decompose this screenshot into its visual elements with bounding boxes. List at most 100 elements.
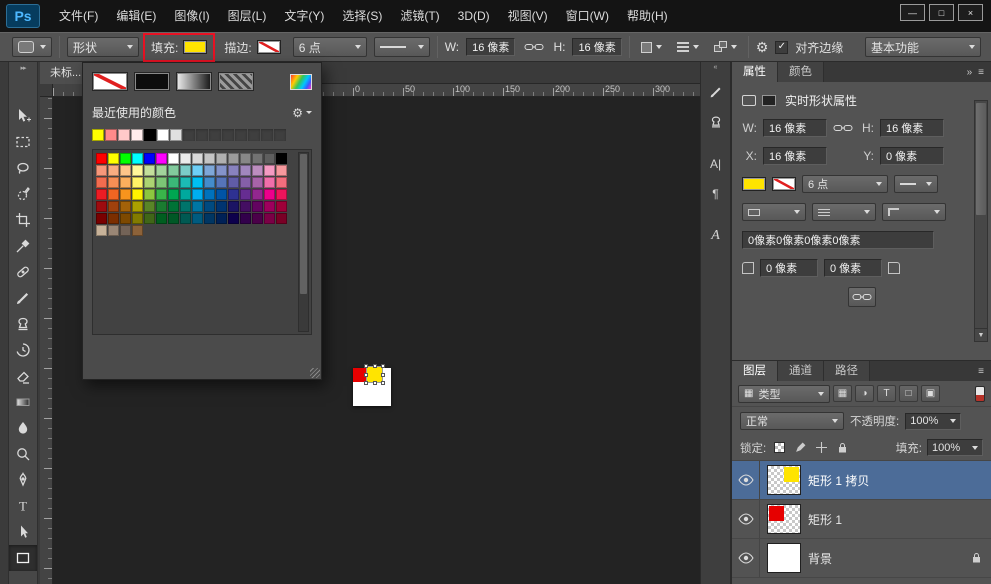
clone-stamp-tool-button[interactable] [9, 311, 37, 337]
eyedropper-tool-button[interactable] [9, 233, 37, 259]
color-swatch[interactable] [276, 165, 287, 176]
scrollbar-thumb[interactable] [300, 154, 307, 294]
prop-fill-swatch[interactable] [742, 177, 766, 191]
width-input[interactable]: 16 像素 [466, 38, 515, 56]
lock-position-button[interactable] [813, 441, 829, 455]
color-swatch[interactable] [276, 213, 287, 224]
menu-item-11[interactable]: 帮助(H) [618, 0, 677, 32]
color-swatch[interactable] [264, 153, 275, 164]
filter-adjustment-layers-button[interactable]: ◑ [855, 385, 874, 402]
swatch-scrollbar[interactable] [298, 152, 309, 332]
color-swatch[interactable] [120, 177, 131, 188]
rectangle-tool-button[interactable] [9, 545, 37, 571]
collapse-dock-icon[interactable]: » [967, 67, 973, 78]
menu-item-5[interactable]: 文字(Y) [275, 0, 333, 32]
color-swatch[interactable] [144, 153, 155, 164]
close-button[interactable]: × [958, 4, 983, 21]
brush-presets-panel-button[interactable] [704, 80, 728, 104]
prop-stroke-type-select[interactable] [894, 175, 938, 193]
document-canvas[interactable] [353, 368, 391, 406]
panel-menu-icon[interactable]: ≡ [978, 366, 984, 377]
color-swatch[interactable] [276, 189, 287, 200]
color-swatch[interactable] [96, 225, 107, 236]
color-swatch[interactable] [264, 165, 275, 176]
scrollbar-thumb[interactable] [976, 103, 986, 215]
opacity-input[interactable]: 100% [905, 413, 961, 430]
align-edges-checkbox[interactable]: ✓ [775, 41, 788, 54]
color-swatch[interactable] [204, 189, 215, 200]
color-swatch[interactable] [96, 213, 107, 224]
color-swatch[interactable] [240, 189, 251, 200]
color-swatch[interactable] [132, 189, 143, 200]
stroke-caps-select[interactable] [812, 203, 876, 221]
color-swatch[interactable] [240, 153, 251, 164]
crop-tool-button[interactable] [9, 207, 37, 233]
color-swatch[interactable] [120, 189, 131, 200]
transform-handle[interactable] [364, 364, 368, 368]
toolbar-collapse-grip[interactable]: ▸▸ [9, 62, 37, 75]
filter-image-layers-button[interactable]: ▦ [833, 385, 852, 402]
color-swatch[interactable] [204, 153, 215, 164]
color-swatch[interactable] [108, 177, 119, 188]
path-selection-tool-button[interactable] [9, 519, 37, 545]
color-swatch[interactable] [180, 177, 191, 188]
color-swatch[interactable] [132, 201, 143, 212]
color-swatch[interactable] [216, 177, 227, 188]
prop-height-input[interactable]: 16 像素 [880, 119, 944, 137]
color-swatch[interactable] [180, 153, 191, 164]
marquee-tool-button[interactable] [9, 129, 37, 155]
color-swatch[interactable] [120, 153, 131, 164]
healing-brush-tool-button[interactable] [9, 259, 37, 285]
color-swatch[interactable] [180, 165, 191, 176]
recent-color-swatch[interactable] [170, 129, 182, 141]
layer-row[interactable]: 矩形 1 [732, 500, 991, 539]
recent-color-swatch[interactable] [144, 129, 156, 141]
fill-color-swatch[interactable] [183, 40, 207, 54]
color-swatch[interactable] [252, 165, 263, 176]
color-swatch[interactable] [228, 153, 239, 164]
color-swatch[interactable] [144, 177, 155, 188]
no-color-button[interactable] [92, 72, 128, 91]
color-swatch[interactable] [276, 177, 287, 188]
layer-visibility-toggle[interactable] [732, 539, 760, 577]
recent-color-swatch[interactable] [157, 129, 169, 141]
color-swatch[interactable] [132, 165, 143, 176]
color-swatch[interactable] [168, 213, 179, 224]
color-swatch[interactable] [180, 213, 191, 224]
menu-item-10[interactable]: 窗口(W) [557, 0, 618, 32]
color-swatch[interactable] [276, 201, 287, 212]
color-swatch[interactable] [240, 201, 251, 212]
color-swatch[interactable] [192, 201, 203, 212]
color-swatch[interactable] [132, 153, 143, 164]
workspace-select[interactable]: 基本功能 [865, 37, 981, 57]
prop-x-input[interactable]: 16 像素 [763, 147, 827, 165]
color-swatch[interactable] [192, 177, 203, 188]
transform-handle[interactable] [364, 381, 368, 385]
color-swatch[interactable] [144, 189, 155, 200]
color-swatch[interactable] [192, 189, 203, 200]
color-swatch[interactable] [264, 201, 275, 212]
color-swatch[interactable] [108, 225, 119, 236]
color-swatch[interactable] [144, 201, 155, 212]
yellow-rectangle-shape-selected[interactable] [366, 366, 383, 383]
color-swatch[interactable] [168, 189, 179, 200]
lock-pixels-button[interactable] [792, 441, 808, 455]
color-swatch[interactable] [228, 165, 239, 176]
character-panel-button[interactable]: A| [704, 152, 728, 176]
corner-radius-input-1[interactable]: 0 像素 [760, 259, 818, 277]
lock-all-button[interactable] [834, 441, 850, 455]
layer-row[interactable]: 矩形 1 拷贝 [732, 461, 991, 500]
color-swatch[interactable] [108, 213, 119, 224]
recent-color-swatch[interactable] [105, 129, 117, 141]
prop-y-input[interactable]: 0 像素 [880, 147, 944, 165]
transform-handle[interactable] [381, 364, 385, 368]
menu-item-9[interactable]: 视图(V) [499, 0, 557, 32]
color-swatch[interactable] [216, 213, 227, 224]
color-swatch[interactable] [156, 177, 167, 188]
scroll-down-button[interactable]: ▼ [975, 328, 987, 341]
color-swatch[interactable] [240, 165, 251, 176]
color-swatch[interactable] [252, 201, 263, 212]
path-arrange-button[interactable] [710, 39, 741, 55]
color-swatch[interactable] [156, 189, 167, 200]
layer-fill-input[interactable]: 100% [927, 439, 983, 456]
